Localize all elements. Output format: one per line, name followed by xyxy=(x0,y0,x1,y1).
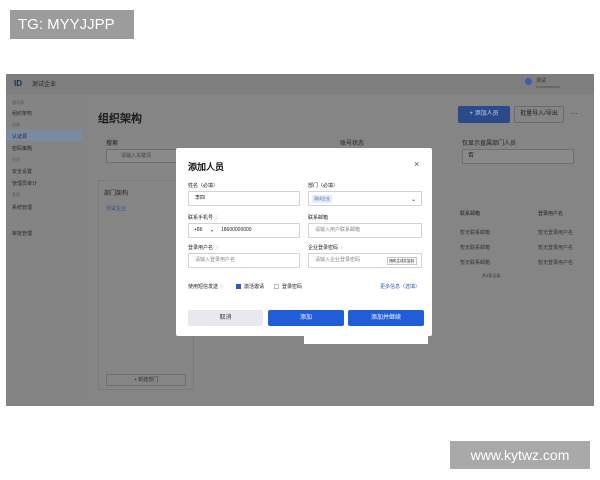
sidebar-section: 应用 xyxy=(12,157,20,162)
watermark-top-left: TG: MYYJJPP xyxy=(10,10,134,39)
info-icon: ⓘ xyxy=(214,215,219,220)
password-label: 企业登录密码 ⓘ xyxy=(308,244,343,251)
password-field[interactable]: 请输入企业登录密码 随机生成并复制 xyxy=(308,253,422,268)
add-and-continue-button[interactable]: 添加并继续 xyxy=(348,310,424,326)
user-name[interactable]: 测试 xyxy=(536,77,546,84)
sidebar-item-security[interactable]: 安全设置 xyxy=(12,168,32,175)
sms-label-text: 使用短信发送 xyxy=(188,284,219,290)
chevron-down-icon: ⌄ xyxy=(410,197,416,203)
password-option-label: 登录密码 xyxy=(282,284,303,290)
table-cell: 暂无登录用户名 xyxy=(538,245,574,251)
sidebar-item-audit[interactable]: 管理员审计 xyxy=(12,180,37,187)
show-direct-select[interactable]: 否 xyxy=(462,149,574,164)
app-logo: ID xyxy=(14,79,22,88)
sidebar-item-approval[interactable]: 审批管理 xyxy=(12,230,32,237)
sidebar-item-auth[interactable]: 认证源 xyxy=(12,133,27,140)
email-label: 联系邮箱 xyxy=(308,215,329,221)
phone-label-text: 联系手机号 xyxy=(188,215,214,221)
org-tree-item[interactable]: 测试企业 xyxy=(106,205,126,212)
password-checkbox[interactable] xyxy=(274,284,279,289)
phone-label: 联系手机号 ⓘ xyxy=(188,214,218,221)
search-input[interactable]: 请输入关键词 xyxy=(106,149,186,163)
more-info-link[interactable]: 更多信息（选填） xyxy=(380,283,420,290)
password-placeholder: 请输入企业登录密码 xyxy=(315,257,361,263)
sidebar: 通讯录 组织架构 设备 认证源 密码策略 应用 安全设置 管理员审计 其他 系统… xyxy=(6,94,82,406)
company-name[interactable]: 测试企业 xyxy=(32,79,56,88)
sidebar-item-password[interactable]: 密码策略 xyxy=(12,145,32,152)
search-label: 搜索 xyxy=(106,141,119,147)
avatar[interactable] xyxy=(525,78,532,85)
column-header-username: 登录用户名 xyxy=(538,211,564,217)
table-cell: 暂无登录用户名 xyxy=(538,230,574,236)
sidebar-section: 其他 xyxy=(12,192,20,197)
add-button[interactable]: 添加 xyxy=(268,310,344,326)
department-select[interactable]: 测试企业 ⌄ xyxy=(308,191,422,206)
table-cell: 暂无联系邮箱 xyxy=(460,260,491,266)
status-label: 账号状态 xyxy=(340,141,365,147)
password-label-text: 企业登录密码 xyxy=(308,245,339,251)
info-icon: ⓘ xyxy=(339,245,344,250)
close-icon[interactable]: × xyxy=(414,159,419,169)
org-title: 部门架构 xyxy=(104,191,129,197)
sidebar-item-system[interactable]: 系统管理 xyxy=(12,204,32,211)
pagination-info: 共3条记录 xyxy=(482,273,501,278)
table-cell: 暂无联系邮箱 xyxy=(460,245,491,251)
email-field[interactable]: 请输入用户联系邮箱 xyxy=(308,223,422,238)
table-cell: 暂无联系邮箱 xyxy=(460,230,491,236)
phone-country-code[interactable]: +86 xyxy=(194,224,202,237)
column-header-email: 联系邮箱 xyxy=(460,211,481,217)
more-icon[interactable]: ··· xyxy=(570,109,578,118)
department-chip: 测试企业 xyxy=(312,195,332,203)
invite-label: 激活邀请 xyxy=(244,284,265,290)
watermark-bottom-right: www.kytwz.com xyxy=(450,441,590,469)
cancel-button[interactable]: 取消 xyxy=(188,310,263,326)
sidebar-section: 设备 xyxy=(12,122,20,127)
sidebar-item-org[interactable]: 组织架构 xyxy=(12,110,32,117)
info-icon: ⓘ xyxy=(214,245,219,250)
username-field[interactable]: 请输入登录用户名 xyxy=(188,253,300,268)
sms-label: 使用短信发送 ⓘ xyxy=(188,283,223,290)
phone-number: 18600000000 xyxy=(221,227,252,233)
generate-password-button[interactable]: 随机生成并复制 xyxy=(386,257,417,265)
page-title: 组织架构 xyxy=(98,113,142,125)
top-bar: ID 测试企业 测试 xxxxxxxxxxxx xyxy=(6,74,594,94)
add-department-button[interactable]: + 新建部门 xyxy=(106,374,186,386)
batch-import-button[interactable]: 批量导入/导出 xyxy=(514,106,564,123)
department-label: 部门（必填） xyxy=(308,183,339,189)
user-email: xxxxxxxxxxxx xyxy=(536,84,560,89)
dialog-title: 添加人员 xyxy=(188,162,225,172)
username-label: 登录用户名 ⓘ xyxy=(188,244,218,251)
phone-field[interactable]: +86 ▾ 18600000000 xyxy=(188,223,300,238)
name-label: 姓名（必填） xyxy=(188,183,219,189)
chevron-down-icon: ▾ xyxy=(211,228,214,233)
add-member-dialog: 添加人员 × 姓名（必填） 李四 部门（必填） 测试企业 ⌄ 联系手机号 ⓘ +… xyxy=(176,148,432,336)
add-member-button[interactable]: + 添加人员 xyxy=(458,106,510,123)
name-field[interactable]: 李四 xyxy=(188,191,300,206)
table-cell: 暂无登录用户名 xyxy=(538,260,574,266)
username-label-text: 登录用户名 xyxy=(188,245,214,251)
info-icon: ⓘ xyxy=(219,284,224,289)
invite-checkbox[interactable] xyxy=(236,284,241,289)
app-screenshot: ID 测试企业 测试 xxxxxxxxxxxx 通讯录 组织架构 设备 认证源 … xyxy=(6,74,594,406)
show-direct-label: 仅显示直属部门人员 xyxy=(462,141,517,147)
sidebar-section: 通讯录 xyxy=(12,100,24,105)
